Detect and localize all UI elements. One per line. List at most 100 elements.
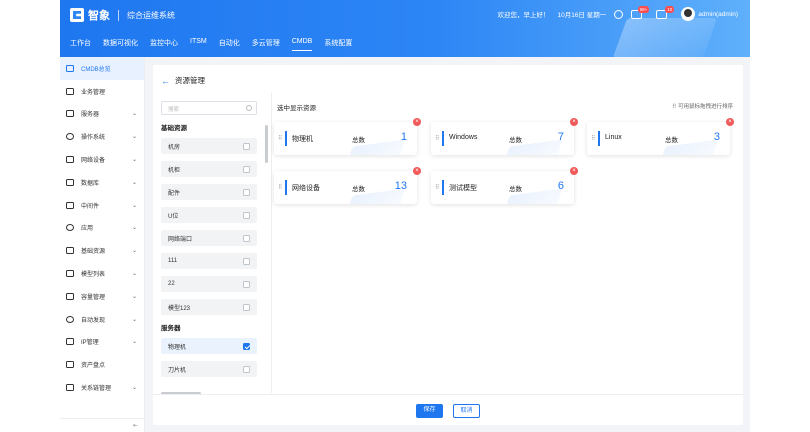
checkbox[interactable] xyxy=(243,142,250,150)
chevron-down-icon: ⌄ xyxy=(131,385,137,392)
sidebar-item[interactable]: 网络设备 ⌄ xyxy=(60,148,144,171)
resource-option-label: 机房 xyxy=(168,144,181,151)
card-name: 网络设备 xyxy=(292,185,320,192)
resource-option[interactable]: 模型123 xyxy=(161,299,257,315)
sidebar-item-icon xyxy=(66,156,74,164)
drag-handle-icon[interactable]: ⠿ xyxy=(591,135,596,142)
remove-card-icon[interactable]: × xyxy=(726,118,734,126)
resource-option-label: 刀片机 xyxy=(168,367,187,374)
checkbox[interactable] xyxy=(243,165,250,173)
sidebar-item-label: 模型列表 xyxy=(81,272,106,279)
resource-option-label: 网络端口 xyxy=(168,236,193,243)
drag-handle-icon[interactable]: ⠿ xyxy=(435,184,440,191)
resource-option[interactable]: 22 xyxy=(161,276,257,292)
checkbox[interactable] xyxy=(243,211,250,219)
sidebar-item[interactable]: 数据库 ⌄ xyxy=(60,171,144,194)
sidebar-item[interactable]: 基础资源 ⌄ xyxy=(60,239,144,262)
nav-item[interactable]: 监控中心 xyxy=(150,38,178,51)
checkbox[interactable] xyxy=(243,188,250,196)
search-icon[interactable] xyxy=(614,9,624,19)
sidebar-item[interactable]: 模型列表 ⌄ xyxy=(60,262,144,285)
drag-hint-text: 可用鼠标拖拽进行排序 xyxy=(677,104,733,110)
resource-card[interactable]: ⠿ 测试模型 总数 6 xyxy=(431,171,574,204)
sidebar-item-icon xyxy=(66,270,74,278)
sidebar-item[interactable]: 自动发现 ⌄ xyxy=(60,308,144,331)
save-button[interactable]: 保存 xyxy=(416,404,443,418)
user-name[interactable]: admin(admin) xyxy=(698,11,738,18)
resource-option[interactable]: 物理机 xyxy=(161,338,257,354)
option-group-title: 服务器 xyxy=(161,325,181,332)
nav-item[interactable]: CMDB xyxy=(291,38,313,51)
nav-item[interactable]: 系统配置 xyxy=(324,38,352,51)
sidebar-item[interactable]: 应用 ⌄ xyxy=(60,217,144,240)
sidebar-item[interactable]: CMDB总览 xyxy=(60,57,144,80)
collapse-sidebar-icon[interactable]: ⇤ xyxy=(133,422,138,429)
sidebar-item[interactable]: 业务管理 xyxy=(60,80,144,103)
sidebar-item[interactable]: IP管理 ⌄ xyxy=(60,331,144,354)
resource-option[interactable]: 111 xyxy=(161,253,257,269)
back-arrow-icon: ← xyxy=(161,75,170,86)
form-footer: 保存 取消 xyxy=(153,394,743,425)
drag-handle-icon[interactable]: ⠿ xyxy=(435,135,440,142)
resource-card[interactable]: ⠿ Windows 总数 7 xyxy=(431,122,574,155)
cancel-button[interactable]: 取消 xyxy=(453,404,480,418)
card-total-label: 总数 xyxy=(352,137,365,144)
card-count: 3 xyxy=(713,131,720,143)
resource-option[interactable]: U位 xyxy=(161,207,257,223)
vertical-scrollbar[interactable] xyxy=(265,125,268,163)
remove-card-icon[interactable]: × xyxy=(570,167,578,175)
greeting-text: 欢迎您，早上好！ xyxy=(497,12,550,19)
nav-item[interactable]: 工作台 xyxy=(70,38,91,51)
logo[interactable]: 智象 综合运维系统 xyxy=(70,7,175,23)
checkbox[interactable] xyxy=(243,303,250,311)
resource-option[interactable]: 机柜 xyxy=(161,161,257,177)
notification-icon[interactable]: 10 xyxy=(656,5,675,19)
remove-card-icon[interactable]: × xyxy=(413,167,421,175)
date-text[interactable]: 10月16日 星期一 xyxy=(557,9,606,19)
nav-item[interactable]: ITSM xyxy=(190,38,207,51)
nav-item[interactable]: 数据可视化 xyxy=(103,38,138,51)
sidebar-footer: ⇤ xyxy=(60,418,144,432)
back-link[interactable]: ← 资源管理 xyxy=(161,75,205,86)
sidebar-item[interactable]: 服务器 ⌄ xyxy=(60,103,144,126)
chevron-down-icon: ⌄ xyxy=(131,179,137,186)
card-count: 1 xyxy=(400,131,407,143)
nav-item[interactable]: 多云管理 xyxy=(252,38,280,51)
sidebar-item[interactable]: 中间件 ⌄ xyxy=(60,194,144,217)
remove-card-icon[interactable]: × xyxy=(413,118,421,126)
resource-card[interactable]: ⠿ 物理机 总数 1 xyxy=(274,122,417,155)
card-name: 测试模型 xyxy=(449,185,477,192)
resource-card[interactable]: ⠿ 网络设备 总数 13 xyxy=(274,171,417,204)
drag-handle-icon[interactable]: ⠿ xyxy=(278,135,283,142)
resource-option[interactable]: 网络端口 xyxy=(161,230,257,246)
avatar[interactable] xyxy=(681,7,696,21)
card-accent-bar xyxy=(285,131,287,146)
sidebar-item[interactable]: 关系链管理 ⌄ xyxy=(60,376,144,399)
checkbox[interactable] xyxy=(243,257,250,265)
checkbox[interactable] xyxy=(243,234,250,242)
checkbox[interactable] xyxy=(243,365,250,373)
resource-option[interactable]: 机房 xyxy=(161,138,257,154)
sidebar-item-icon xyxy=(66,292,74,300)
sidebar-item-icon xyxy=(66,384,74,392)
sidebar-item[interactable]: 资产盘点 xyxy=(60,353,144,376)
logo-text: 智象 xyxy=(88,10,110,22)
search-input[interactable]: 搜索 xyxy=(161,101,257,115)
remove-card-icon[interactable]: × xyxy=(570,118,578,126)
sidebar-item-icon xyxy=(66,87,74,95)
page-title: 资源管理 xyxy=(175,76,205,85)
sidebar-item-label: 操作系统 xyxy=(81,135,106,142)
resource-card[interactable]: ⠿ Linux 总数 3 xyxy=(587,122,730,155)
sidebar-item[interactable]: 操作系统 ⌄ xyxy=(60,125,144,148)
message-icon[interactable]: 99+ xyxy=(631,5,650,19)
resource-option[interactable]: 配件 xyxy=(161,184,257,200)
sidebar-item[interactable]: 容量管理 ⌄ xyxy=(60,285,144,308)
checkbox[interactable] xyxy=(243,342,250,350)
sidebar-item-icon xyxy=(66,361,74,369)
nav-item[interactable]: 自动化 xyxy=(219,38,240,51)
resource-option-label: U位 xyxy=(168,213,179,220)
drag-handle-icon[interactable]: ⠿ xyxy=(278,184,283,191)
sidebar-item-icon xyxy=(66,133,74,141)
checkbox[interactable] xyxy=(243,280,250,288)
resource-option[interactable]: 刀片机 xyxy=(161,361,257,377)
